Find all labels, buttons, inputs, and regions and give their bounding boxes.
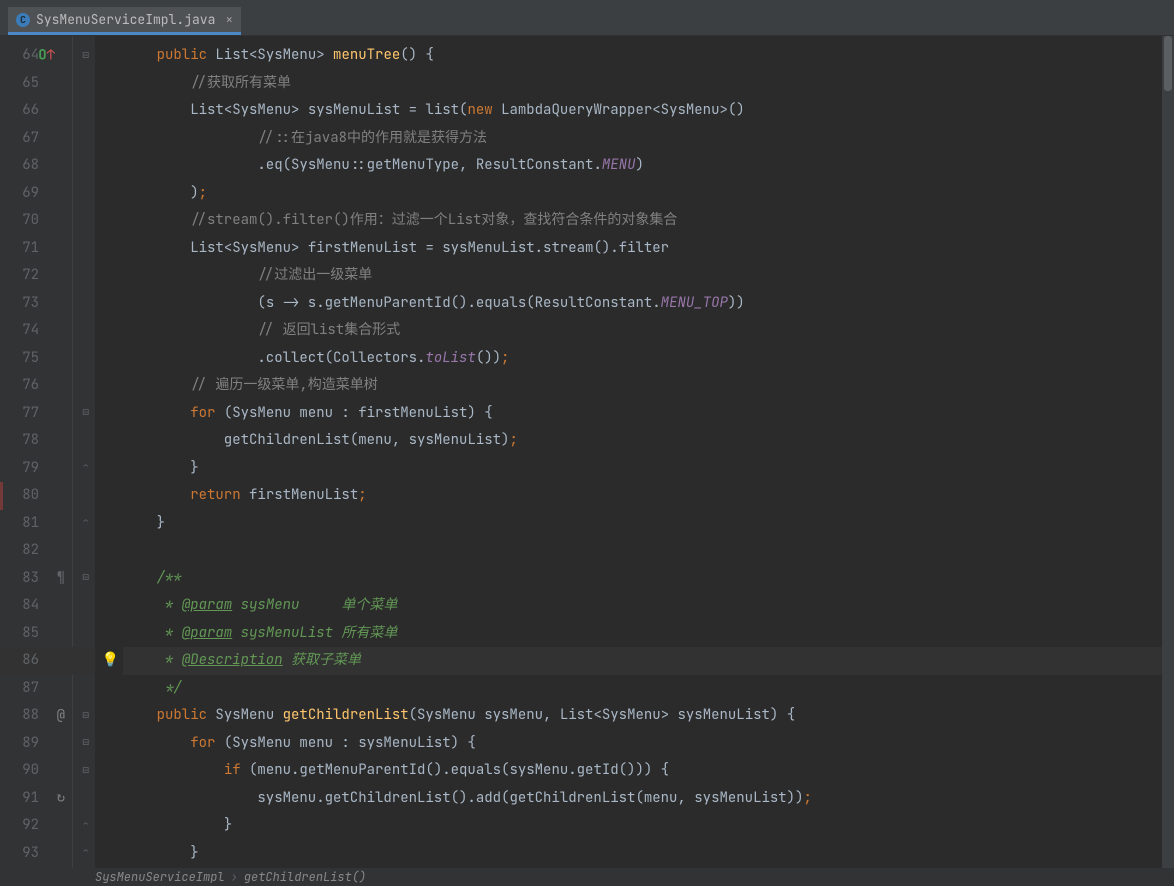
code-line[interactable]: List<SysMenu> sysMenuList = list(new Lam… — [123, 97, 1174, 125]
breadcrumb-method[interactable]: getChildrenList() — [244, 869, 366, 885]
breadcrumbs[interactable]: SysMenuServiceImpl › getChildrenList() — [0, 868, 1174, 886]
gutter-line[interactable]: 73 — [0, 290, 95, 318]
tab-title: SysMenuServiceImpl.java — [36, 11, 215, 28]
code-line[interactable]: for (SysMenu menu : firstMenuList) { — [123, 400, 1174, 428]
recursive-call-icon[interactable]: ↻ — [57, 785, 65, 813]
code-line[interactable]: * @param sysMenuList 所有菜单 — [123, 620, 1174, 648]
code-line[interactable]: public List<SysMenu> menuTree() { — [123, 42, 1174, 70]
gutter-line[interactable]: 87 — [0, 675, 95, 703]
gutter-line[interactable]: 75 — [0, 345, 95, 373]
gutter-line[interactable]: 64⊟O↑ — [0, 42, 95, 70]
scrollbar-thumb[interactable] — [1164, 36, 1172, 91]
code-line[interactable]: public SysMenu getChildrenList(SysMenu s… — [123, 702, 1174, 730]
code-line[interactable]: getChildrenList(menu, sysMenuList); — [123, 427, 1174, 455]
code-line[interactable]: //stream().filter()作用：过滤一个List对象，查找符合条件的… — [123, 207, 1174, 235]
close-icon[interactable]: × — [225, 11, 233, 28]
code-line[interactable]: .eq(SysMenu::getMenuType, ResultConstant… — [123, 152, 1174, 180]
fold-icon[interactable]: ⊟ — [82, 400, 89, 428]
gutter-line[interactable]: 78 — [0, 427, 95, 455]
gutter-line[interactable]: 92⌃ — [0, 812, 95, 840]
fold-icon[interactable]: ⌃ — [82, 840, 89, 868]
code-line[interactable]: //获取所有菜单 — [123, 70, 1174, 98]
vertical-scrollbar[interactable] — [1162, 36, 1174, 868]
editor-tabs-bar: C SysMenuServiceImpl.java × — [0, 0, 1174, 36]
code-line[interactable]: if (menu.getMenuParentId().equals(sysMen… — [123, 757, 1174, 785]
fold-icon[interactable]: ⌃ — [82, 510, 89, 538]
gutter-line[interactable]: 74 — [0, 317, 95, 345]
breadcrumb-class[interactable]: SysMenuServiceImpl — [95, 869, 225, 885]
gutter-line[interactable]: 83⊟¶ — [0, 565, 95, 593]
code-line[interactable]: for (SysMenu menu : sysMenuList) { — [123, 730, 1174, 758]
java-class-icon: C — [16, 13, 30, 27]
gutter[interactable]: 64⊟O↑65666768697071727374757677⊟7879⌃808… — [0, 36, 95, 868]
code-line[interactable]: } — [123, 840, 1174, 868]
gutter-line[interactable]: 82 — [0, 537, 95, 565]
gutter-line[interactable]: 66 — [0, 97, 95, 125]
code-line[interactable]: // 返回list集合形式 — [123, 317, 1174, 345]
gutter-line[interactable]: 76 — [0, 372, 95, 400]
code-line[interactable]: * @Description 获取子菜单 — [123, 647, 1174, 675]
code-line[interactable]: sysMenu.getChildrenList().add(getChildre… — [123, 785, 1174, 813]
gutter-line[interactable]: 69 — [0, 180, 95, 208]
fold-icon[interactable]: ⌃ — [82, 455, 89, 483]
gutter-line[interactable]: 84 — [0, 592, 95, 620]
code-line[interactable]: /** — [123, 565, 1174, 593]
file-tab-active[interactable]: C SysMenuServiceImpl.java × — [8, 7, 241, 35]
gutter-line[interactable]: 77⊟ — [0, 400, 95, 428]
code-line[interactable]: //过滤出一级菜单 — [123, 262, 1174, 290]
code-line[interactable]: (s -> s.getMenuParentId().equals(ResultC… — [123, 290, 1174, 318]
gutter-line[interactable]: 88⊟@ — [0, 702, 95, 730]
code-line[interactable]: List<SysMenu> firstMenuList = sysMenuLis… — [123, 235, 1174, 263]
gutter-line[interactable]: 86💡 — [0, 647, 95, 675]
fold-icon[interactable]: ⌃ — [82, 812, 89, 840]
fold-icon[interactable]: ⊟ — [82, 565, 89, 593]
fold-icon[interactable]: ⊟ — [82, 757, 89, 785]
gutter-line[interactable]: 85 — [0, 620, 95, 648]
gutter-line[interactable]: 79⌃ — [0, 455, 95, 483]
code-line[interactable] — [123, 537, 1174, 565]
gutter-line[interactable]: 81⌃ — [0, 510, 95, 538]
gutter-line[interactable]: 71 — [0, 235, 95, 263]
fold-icon[interactable]: ⊟ — [82, 730, 89, 758]
code-line[interactable]: //::在java8中的作用就是获得方法 — [123, 125, 1174, 153]
gutter-line[interactable]: 72 — [0, 262, 95, 290]
editor-area[interactable]: 64⊟O↑65666768697071727374757677⊟7879⌃808… — [0, 36, 1174, 868]
gutter-line[interactable]: 67 — [0, 125, 95, 153]
chevron-right-icon: › — [231, 869, 238, 885]
code-area[interactable]: public List<SysMenu> menuTree() { //获取所有… — [95, 36, 1174, 868]
gutter-line[interactable]: 65 — [0, 70, 95, 98]
code-line[interactable]: } — [123, 455, 1174, 483]
override-icon[interactable]: O↑ — [38, 42, 55, 70]
fold-icon[interactable]: ⊟ — [82, 702, 89, 730]
code-line[interactable]: ); — [123, 180, 1174, 208]
code-line[interactable]: // 遍历一级菜单,构造菜单树 — [123, 372, 1174, 400]
gutter-line[interactable]: 70 — [0, 207, 95, 235]
fold-icon[interactable]: ⊟ — [82, 42, 89, 70]
error-stripe — [0, 482, 3, 510]
gutter-line[interactable]: 91↻ — [0, 785, 95, 813]
code-line[interactable]: } — [123, 510, 1174, 538]
paragraph-icon: ¶ — [57, 565, 65, 593]
gutter-line[interactable]: 68 — [0, 152, 95, 180]
gutter-line[interactable]: 89⊟ — [0, 730, 95, 758]
gutter-line[interactable]: 93⌃ — [0, 840, 95, 868]
code-line[interactable]: .collect(Collectors.toList()); — [123, 345, 1174, 373]
code-line[interactable]: */ — [123, 675, 1174, 703]
gutter-line[interactable]: 90⊟ — [0, 757, 95, 785]
annotation-icon[interactable]: @ — [57, 702, 65, 730]
code-line[interactable]: } — [123, 812, 1174, 840]
code-line[interactable]: * @param sysMenu 单个菜单 — [123, 592, 1174, 620]
gutter-line[interactable]: 80 — [0, 482, 95, 510]
code-line[interactable]: return firstMenuList; — [123, 482, 1174, 510]
